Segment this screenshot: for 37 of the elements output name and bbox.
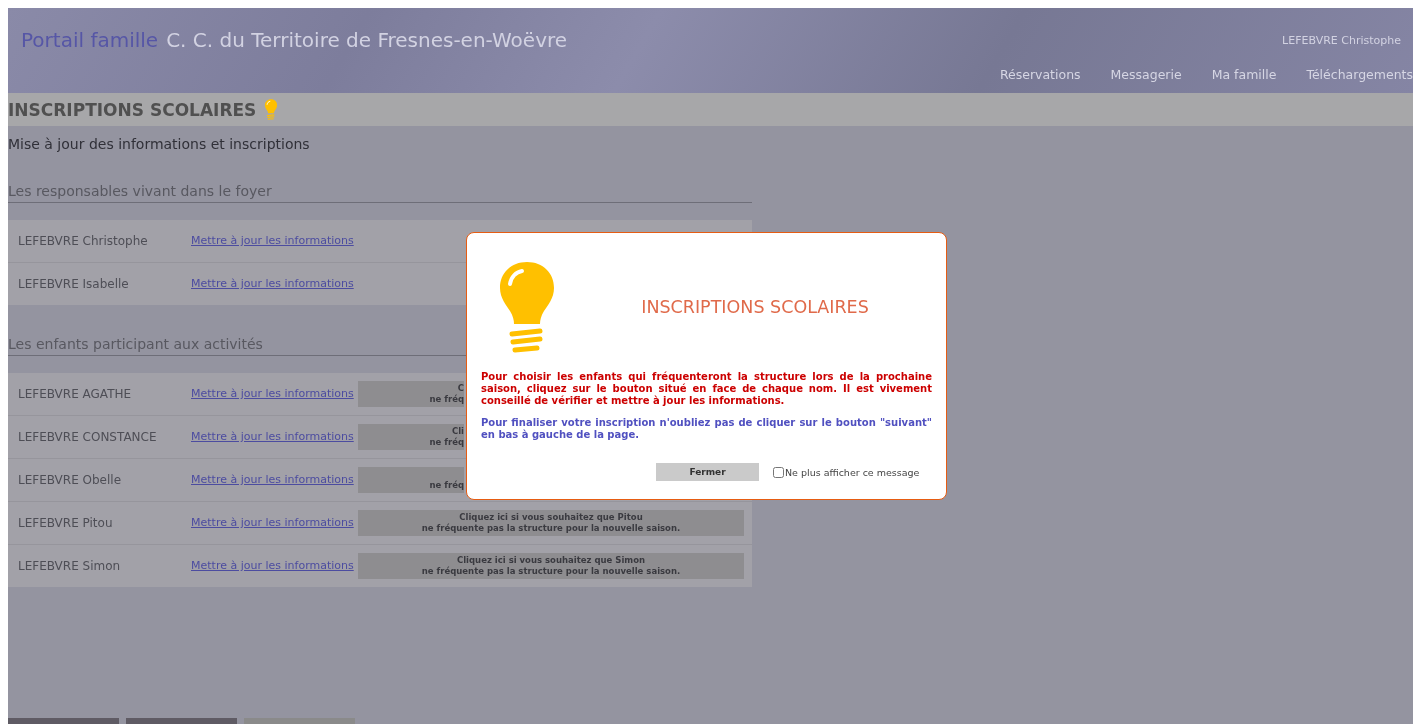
- person-name: LEFEBVRE AGATHE: [17, 387, 133, 401]
- close-button[interactable]: Fermer: [656, 463, 759, 481]
- user-name: LEFEBVRE Christophe: [1282, 34, 1402, 47]
- nav-link[interactable]: Téléchargements: [1306, 67, 1413, 82]
- lightbulb-icon: [264, 98, 279, 121]
- dialog-note: Pour finaliser votre inscription n'oubliez pas de cliquer sur le bouton "suivant" en bas à gauche de la page.: [481, 417, 932, 441]
- registration-button[interactable]: C ne fréq: [358, 381, 464, 407]
- update-link[interactable]: Mettre à jour les informations: [191, 516, 358, 530]
- person-name: LEFEBVRE Simon: [17, 559, 122, 573]
- person-name: LEFEBVRE Isabelle: [17, 277, 130, 291]
- person-name: LEFEBVRE CONSTANCE: [17, 430, 158, 444]
- person-name: LEFEBVRE Obelle: [17, 473, 123, 487]
- update-link[interactable]: Mettre à jour les informations: [191, 559, 358, 573]
- update-link[interactable]: Mettre à jour les informations: [191, 277, 358, 291]
- site-title: C. C. du Territoire de Fresnes-en-Woëvre: [166, 28, 568, 52]
- update-link[interactable]: Mettre à jour les informations: [191, 473, 358, 487]
- footer-button[interactable]: [126, 718, 237, 724]
- person-name: LEFEBVRE Christophe: [17, 234, 149, 248]
- subtitle: Mise à jour des informations et inscriptions: [8, 136, 311, 152]
- dialog-title: INSCRIPTIONS SCOLAIRES: [640, 297, 870, 317]
- checkbox[interactable]: [773, 466, 784, 478]
- registration-button[interactable]: Cliquez ici si vous souhaitez que Simon ne fréquente pas la structure pour la nouvelle saison.: [358, 553, 744, 579]
- dialog-message: Pour choisir les enfants qui fréquenteront la structure lors de la prochaine saison, cliquez sur le bouton situé en face de chaque nom. Il est vivement conseillé de vérifier et mettre à jour les informations.: [481, 371, 932, 407]
- footer-button[interactable]: [8, 718, 119, 724]
- registration-button[interactable]: ne fréq: [358, 467, 464, 493]
- update-link[interactable]: Mettre à jour les informations: [191, 430, 358, 444]
- nav-link[interactable]: Messagerie: [1110, 67, 1182, 82]
- section-heading: Les responsables vivant dans le foyer: [8, 183, 752, 203]
- person-name: LEFEBVRE Pitou: [17, 516, 114, 530]
- checkbox-label: Ne plus afficher ce message: [785, 466, 920, 478]
- page-title: INSCRIPTIONS SCOLAIRES: [8, 99, 257, 120]
- registration-button[interactable]: Cli ne fréq: [358, 424, 464, 450]
- nav-link[interactable]: Réservations: [999, 67, 1081, 82]
- registration-button[interactable]: Cliquez ici si vous souhaitez que Pitou ne fréquente pas la structure pour la nouvelle saison.: [358, 510, 744, 536]
- update-link[interactable]: Mettre à jour les informations: [191, 234, 358, 248]
- nav-link[interactable]: Ma famille: [1211, 67, 1277, 82]
- update-link[interactable]: Mettre à jour les informations: [191, 387, 358, 401]
